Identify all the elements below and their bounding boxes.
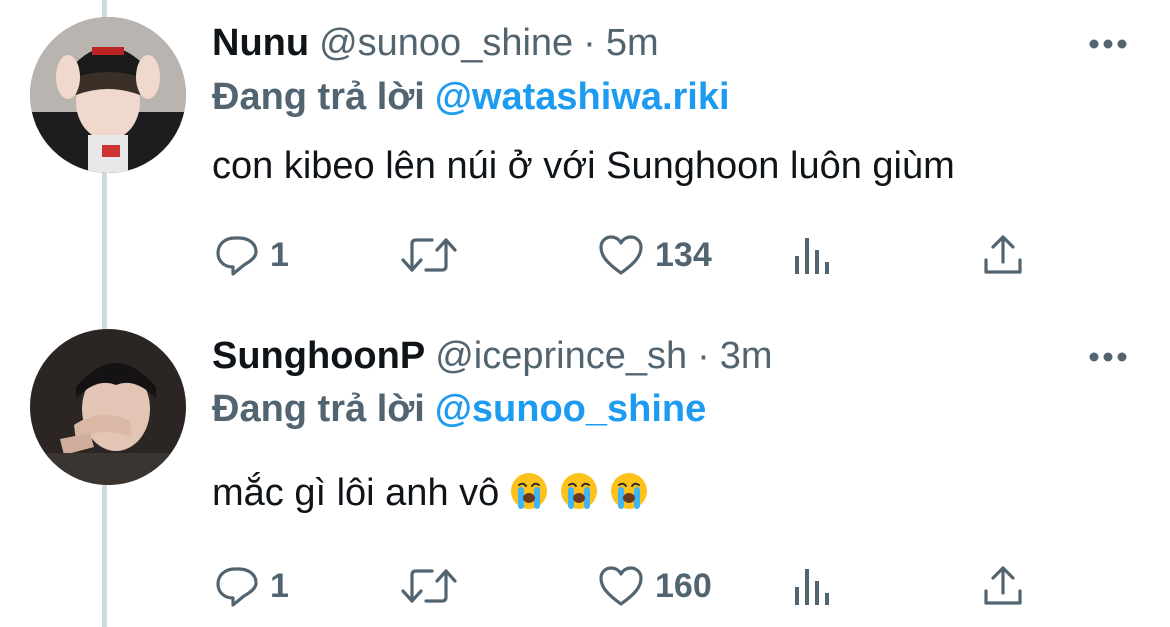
reply-button[interactable]: 1 xyxy=(214,561,289,611)
display-name[interactable]: SunghoonP xyxy=(212,335,425,377)
retweet-button[interactable] xyxy=(400,230,458,280)
user-handle[interactable]: @sunoo_shine xyxy=(319,22,573,64)
more-horizontal-icon[interactable] xyxy=(1086,347,1130,367)
reply-count: 1 xyxy=(270,567,289,605)
share-upload-icon xyxy=(984,566,1022,605)
timestamp[interactable]: 3m xyxy=(720,335,773,377)
retweet-icon xyxy=(401,569,457,603)
reply-bubble-icon xyxy=(216,236,258,276)
loudly-crying-face-emoji xyxy=(611,473,648,509)
like-count: 134 xyxy=(655,236,712,274)
tweet-actions: 1 134 xyxy=(0,230,1170,280)
separator-dot: · xyxy=(697,335,710,377)
reply-bubble-icon xyxy=(216,567,258,607)
analytics-bars-icon xyxy=(795,569,829,605)
more-horizontal-icon[interactable] xyxy=(1086,34,1130,54)
tweet-text-content: con kibeo lên núi ở với Sunghoon luôn gi… xyxy=(212,145,955,187)
tweet-text-content: mắc gì lôi anh vô xyxy=(212,472,500,514)
tweet[interactable]: SunghoonP @iceprince_sh · 3m Đang trả lời @s… xyxy=(0,315,1170,627)
reply-count: 1 xyxy=(270,236,289,274)
display-name[interactable]: Nunu xyxy=(212,22,309,64)
heart-icon xyxy=(599,566,643,606)
reply-button[interactable]: 1 xyxy=(214,230,289,280)
tweet-actions: 1 160 xyxy=(0,561,1170,611)
user-handle[interactable]: @iceprince_sh xyxy=(435,335,687,377)
retweet-icon xyxy=(401,238,457,272)
share-button[interactable] xyxy=(980,230,1026,280)
replying-to-label: Đang trả lời xyxy=(212,76,425,118)
replying-to: Đang trả lời @watashiwa.riki xyxy=(212,74,730,120)
avatar[interactable] xyxy=(30,17,186,173)
share-upload-icon xyxy=(984,235,1022,274)
like-count: 160 xyxy=(655,567,712,605)
loudly-crying-face-emoji xyxy=(511,473,548,509)
analytics-bars-icon xyxy=(795,238,829,274)
retweet-button[interactable] xyxy=(400,561,458,611)
analytics-button[interactable] xyxy=(792,230,832,280)
like-button[interactable]: 134 xyxy=(597,230,712,280)
replying-to: Đang trả lời @sunoo_shine xyxy=(212,386,706,432)
tweet-text: mắc gì lôi anh vô xyxy=(212,470,649,516)
separator-dot: · xyxy=(583,22,596,64)
heart-icon xyxy=(599,235,643,275)
tweet-header: SunghoonP @iceprince_sh · 3m xyxy=(212,333,773,379)
tweet-text: con kibeo lên núi ở với Sunghoon luôn gi… xyxy=(212,143,955,189)
tweet-header: Nunu @sunoo_shine · 5m xyxy=(212,20,659,66)
replying-to-handle[interactable]: @sunoo_shine xyxy=(435,388,706,430)
tweet[interactable]: Nunu @sunoo_shine · 5m Đang trả lời @watashi… xyxy=(0,0,1170,315)
replying-to-label: Đang trả lời xyxy=(212,388,425,430)
loudly-crying-face-emoji xyxy=(561,473,598,509)
analytics-button[interactable] xyxy=(792,561,832,611)
like-button[interactable]: 160 xyxy=(597,561,712,611)
timestamp[interactable]: 5m xyxy=(606,22,659,64)
share-button[interactable] xyxy=(980,561,1026,611)
avatar[interactable] xyxy=(30,329,186,485)
replying-to-handle[interactable]: @watashiwa.riki xyxy=(435,76,730,118)
